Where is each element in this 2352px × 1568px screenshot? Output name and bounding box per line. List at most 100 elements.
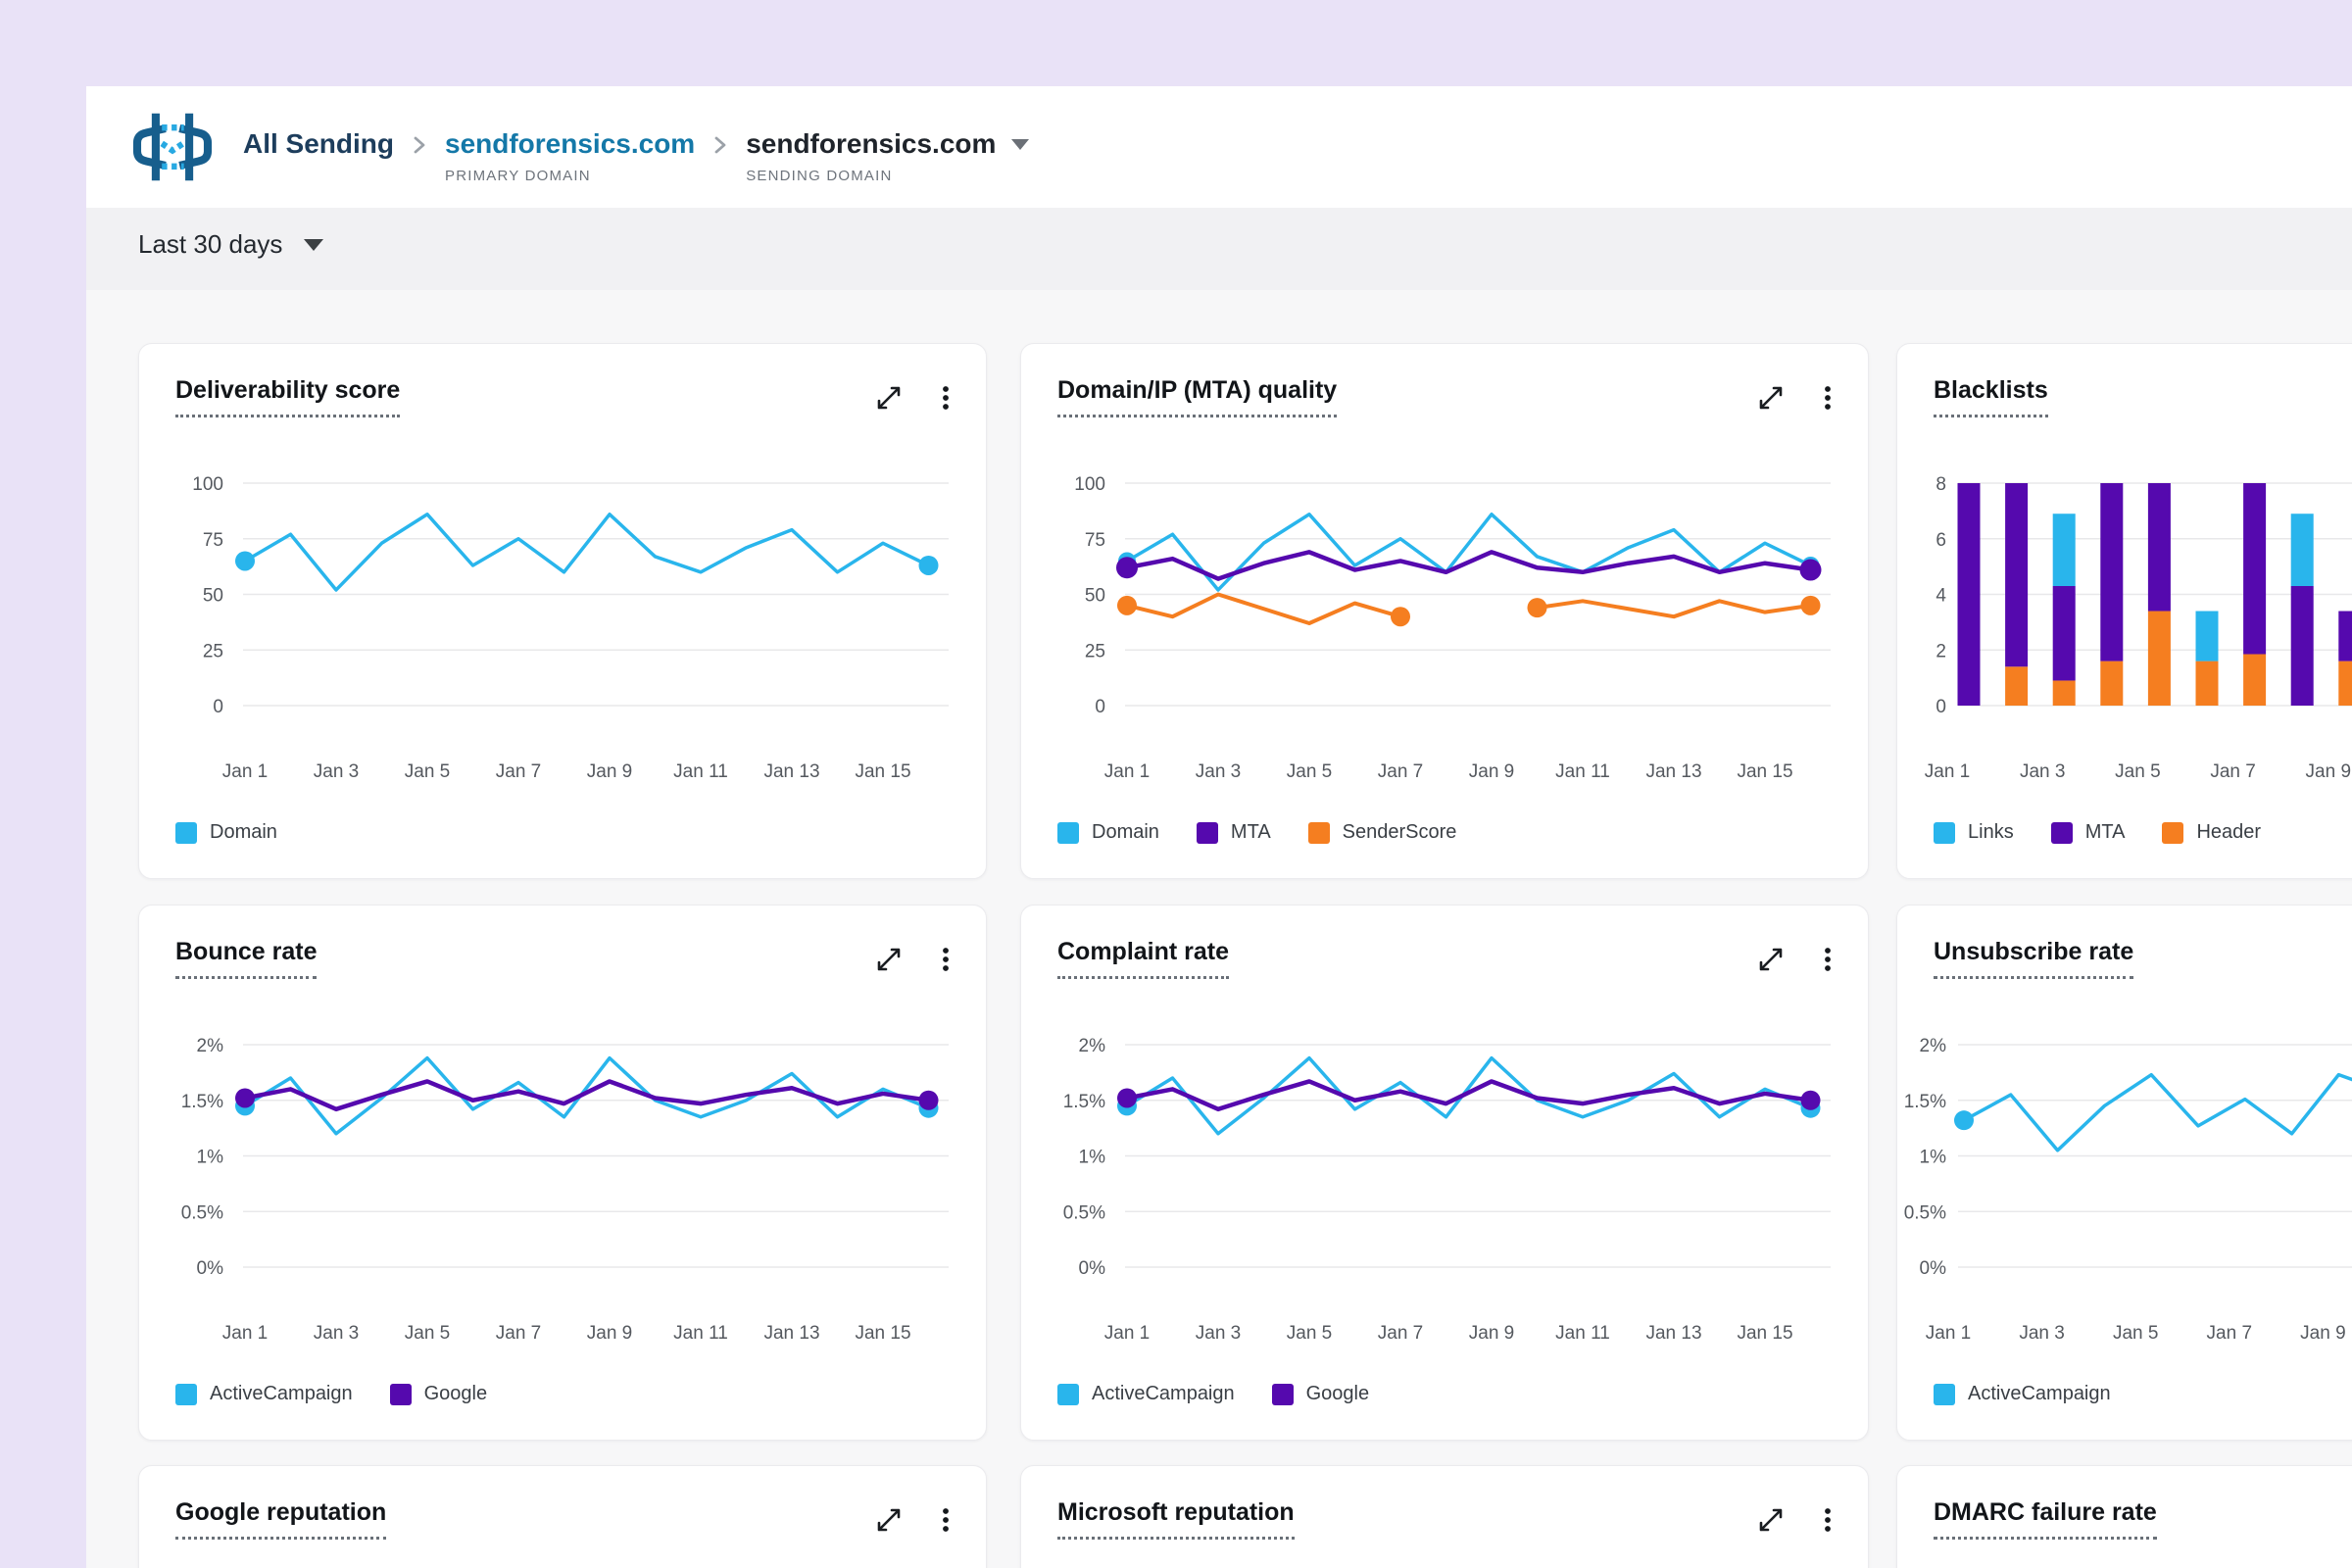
legend-item-activecampaign[interactable]: ActiveCampaign	[1934, 1383, 2111, 1405]
svg-text:Jan 5: Jan 5	[2113, 1323, 2158, 1344]
svg-text:Jan 15: Jan 15	[1737, 761, 1792, 782]
svg-text:1.5%: 1.5%	[181, 1092, 223, 1112]
breadcrumb-sending-domain[interactable]: sendforensics.com SENDING DOMAIN	[746, 127, 1029, 184]
svg-text:Jan 3: Jan 3	[314, 1323, 359, 1344]
card-title-google-reputation[interactable]: Google reputation	[175, 1497, 386, 1540]
legend-item-activecampaign[interactable]: ActiveCampaign	[1057, 1383, 1235, 1405]
chart-canvas-blacklists: 86420Jan 1Jan 3Jan 5Jan 7Jan 9	[1897, 344, 2352, 878]
legend-label: MTA	[2085, 821, 2126, 844]
svg-text:Jan 9: Jan 9	[2300, 1323, 2345, 1344]
svg-text:Jan 1: Jan 1	[1104, 761, 1150, 782]
kebab-menu-icon[interactable]	[929, 1503, 962, 1537]
svg-text:6: 6	[1936, 530, 1946, 551]
legend-item-activecampaign[interactable]: ActiveCampaign	[175, 1383, 353, 1405]
legend-item-header[interactable]: Header	[2162, 821, 2261, 844]
legend-item-links[interactable]: Links	[1934, 821, 2014, 844]
sending-domain-sublabel: SENDING DOMAIN	[746, 168, 1029, 184]
legend-swatch-icon	[1197, 822, 1218, 844]
legend-label: Links	[1968, 821, 2014, 844]
svg-text:Jan 1: Jan 1	[1104, 1323, 1150, 1344]
svg-text:50: 50	[1085, 586, 1105, 607]
svg-text:1.5%: 1.5%	[1063, 1092, 1105, 1112]
legend-swatch-icon	[1934, 1384, 1955, 1405]
kebab-menu-icon[interactable]	[1811, 1503, 1844, 1537]
breadcrumb: All Sending sendforensics.com PRIMARY DO…	[243, 127, 1029, 184]
svg-text:0: 0	[213, 697, 223, 717]
svg-text:Jan 9: Jan 9	[587, 1323, 632, 1344]
svg-text:0%: 0%	[1079, 1258, 1106, 1279]
card-title-microsoft-reputation[interactable]: Microsoft reputation	[1057, 1497, 1295, 1540]
breadcrumb-all-sending[interactable]: All Sending	[243, 127, 394, 161]
breadcrumb-primary-domain-label[interactable]: sendforensics.com	[445, 127, 695, 161]
legend-item-google[interactable]: Google	[1272, 1383, 1370, 1405]
legend-item-google[interactable]: Google	[390, 1383, 488, 1405]
legend-swatch-icon	[175, 822, 197, 844]
svg-text:25: 25	[1085, 641, 1105, 662]
legend-item-mta[interactable]: MTA	[2051, 821, 2126, 844]
svg-text:1%: 1%	[1920, 1148, 1947, 1168]
card-complaint-rate: Complaint rate2%1.5%1%0.5%0%Jan 1Jan 3Ja…	[1020, 905, 1869, 1441]
svg-text:75: 75	[203, 530, 223, 551]
legend-label: SenderScore	[1343, 821, 1457, 844]
svg-text:75: 75	[1085, 530, 1105, 551]
breadcrumb-primary-domain[interactable]: sendforensics.com PRIMARY DOMAIN	[445, 127, 695, 184]
breadcrumb-all-sending-label[interactable]: All Sending	[243, 127, 394, 161]
svg-text:Jan 9: Jan 9	[1469, 1323, 1514, 1344]
dropdown-caret-icon	[304, 239, 323, 251]
card-domain-ip-mta-quality: Domain/IP (MTA) quality1007550250Jan 1Ja…	[1020, 343, 1869, 879]
svg-text:Jan 3: Jan 3	[2020, 761, 2065, 782]
date-range-label[interactable]: Last 30 days	[138, 229, 282, 260]
svg-text:Jan 7: Jan 7	[1378, 761, 1423, 782]
svg-text:Jan 13: Jan 13	[1645, 1323, 1701, 1344]
chart-canvas-unsubscribe-rate: 2%1.5%1%0.5%0%Jan 1Jan 3Jan 5Jan 7Jan 9	[1897, 906, 2352, 1440]
expand-icon[interactable]	[1754, 1503, 1788, 1537]
chart-canvas-complaint-rate: 2%1.5%1%0.5%0%Jan 1Jan 3Jan 5Jan 7Jan 9J…	[1021, 906, 1868, 1440]
svg-text:50: 50	[203, 586, 223, 607]
expand-icon[interactable]	[872, 1503, 906, 1537]
card-microsoft-reputation: Microsoft reputation	[1020, 1465, 1869, 1568]
svg-text:Jan 9: Jan 9	[1469, 761, 1514, 782]
legend-label: Domain	[1092, 821, 1159, 844]
card-dmarc-failure-rate: DMARC failure rate	[1896, 1465, 2352, 1568]
legend-swatch-icon	[1057, 822, 1079, 844]
legend-label: MTA	[1231, 821, 1271, 844]
primary-domain-sublabel: PRIMARY DOMAIN	[445, 168, 695, 184]
legend-swatch-icon	[175, 1384, 197, 1405]
breadcrumb-sending-domain-label[interactable]: sendforensics.com	[746, 127, 996, 161]
legend-label: ActiveCampaign	[1092, 1383, 1235, 1405]
card-blacklists: Blacklists86420Jan 1Jan 3Jan 5Jan 7Jan 9…	[1896, 343, 2352, 879]
legend-item-domain[interactable]: Domain	[1057, 821, 1159, 844]
svg-text:0.5%: 0.5%	[181, 1202, 223, 1223]
svg-text:Jan 5: Jan 5	[405, 761, 450, 782]
svg-text:Jan 5: Jan 5	[405, 1323, 450, 1344]
card-title-dmarc-failure-rate[interactable]: DMARC failure rate	[1934, 1497, 2157, 1540]
sendforensics-logo-icon[interactable]	[128, 108, 217, 186]
svg-text:0%: 0%	[197, 1258, 224, 1279]
card-unsubscribe-rate: Unsubscribe rate2%1.5%1%0.5%0%Jan 1Jan 3…	[1896, 905, 2352, 1441]
svg-text:Jan 15: Jan 15	[855, 761, 910, 782]
svg-text:Jan 3: Jan 3	[1196, 1323, 1241, 1344]
legend-item-senderscore[interactable]: SenderScore	[1308, 821, 1457, 844]
svg-text:Jan 13: Jan 13	[763, 1323, 819, 1344]
svg-text:Jan 13: Jan 13	[763, 761, 819, 782]
legend-swatch-icon	[1934, 822, 1955, 844]
legend-item-mta[interactable]: MTA	[1197, 821, 1271, 844]
svg-text:Jan 1: Jan 1	[1925, 761, 1970, 782]
legend-swatch-icon	[1057, 1384, 1079, 1405]
svg-text:Jan 11: Jan 11	[1555, 1323, 1610, 1344]
svg-text:Jan 1: Jan 1	[222, 761, 268, 782]
legend-item-domain[interactable]: Domain	[175, 821, 277, 844]
svg-text:0: 0	[1095, 697, 1105, 717]
header: All Sending sendforensics.com PRIMARY DO…	[86, 86, 2352, 208]
filter-bar: Last 30 days	[86, 208, 2352, 290]
svg-text:1%: 1%	[1079, 1148, 1106, 1168]
svg-text:Jan 1: Jan 1	[1926, 1323, 1971, 1344]
svg-text:Jan 7: Jan 7	[496, 1323, 541, 1344]
svg-text:Jan 3: Jan 3	[1196, 761, 1241, 782]
svg-text:2: 2	[1936, 641, 1946, 662]
dropdown-caret-icon[interactable]	[1011, 139, 1029, 150]
svg-text:Jan 15: Jan 15	[855, 1323, 910, 1344]
svg-text:2%: 2%	[1920, 1036, 1947, 1056]
card-deliverability-score: Deliverability score1007550250Jan 1Jan 3…	[138, 343, 987, 879]
date-range-dropdown[interactable]: Last 30 days	[138, 229, 323, 260]
